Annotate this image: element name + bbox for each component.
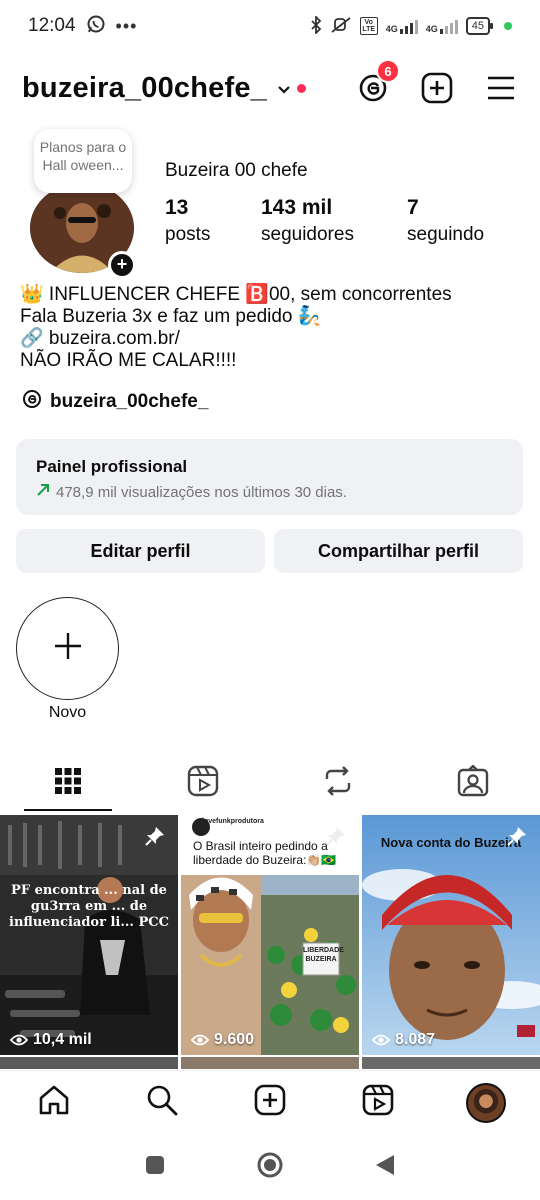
system-nav-bar	[0, 1134, 540, 1200]
eye-icon	[10, 1034, 28, 1046]
signal-2-icon: 4G	[426, 18, 458, 34]
dashboard-title: Painel profissional	[36, 457, 188, 476]
dashboard-subtitle: 478,9 mil visualizações nos últimos 30 d…	[56, 483, 347, 501]
protest-sign: LIBERDADE BUZEIRA	[303, 947, 344, 963]
new-highlight-label: Novo	[48, 704, 87, 721]
bottom-nav	[0, 1070, 540, 1134]
threads-handle: buzeira_00chefe_	[50, 391, 209, 412]
tab-posts-grid[interactable]	[0, 755, 135, 811]
eye-icon	[372, 1034, 390, 1046]
bio-line: 👑 INFLUENCER CHEFE 🅱️00, sem concorrente…	[20, 284, 452, 305]
profile-avatar[interactable]: +	[30, 183, 136, 279]
search-icon	[145, 1083, 179, 1122]
tagged-icon	[457, 763, 489, 802]
profile-tabs	[0, 755, 540, 811]
recents-button[interactable]	[144, 1154, 166, 1181]
nav-search[interactable]	[108, 1071, 216, 1134]
back-button[interactable]	[374, 1153, 396, 1182]
post-tile-partial[interactable]	[0, 1057, 178, 1069]
nav-reels[interactable]	[324, 1071, 432, 1134]
post-caption: PF encontra ... nal de gu3rra em ... de …	[9, 883, 169, 930]
stat-posts[interactable]: 13 posts	[165, 196, 210, 246]
edit-profile-button[interactable]: Editar perfil	[16, 529, 265, 573]
post-account: lovefunkprodutora	[202, 818, 264, 825]
reels-icon	[187, 765, 219, 802]
stat-followers[interactable]: 143 mil seguidores	[261, 196, 354, 246]
signal-1-icon: 4G	[386, 18, 418, 34]
privacy-indicator-icon	[504, 22, 512, 30]
threads-badge: 6	[376, 59, 400, 83]
tab-reels[interactable]	[135, 755, 270, 811]
pin-icon	[325, 825, 347, 852]
profile-header: buzeira_00chefe_ 6	[0, 59, 540, 116]
profile-avatar	[466, 1082, 506, 1123]
professional-dashboard[interactable]: Painel profissional 478,9 mil visualizaç…	[16, 439, 523, 515]
volte-icon: Vo LTE	[359, 17, 378, 35]
add-story-plus-icon[interactable]: +	[108, 251, 136, 279]
pin-icon	[506, 825, 528, 852]
plus-icon	[53, 631, 83, 666]
mute-icon	[330, 16, 352, 37]
more-notifications-icon: •••	[115, 16, 138, 36]
posts-grid-next-row	[0, 1057, 540, 1069]
new-highlight-button[interactable]	[16, 597, 119, 700]
profile-note[interactable]: Planos para o Hall oween...	[34, 129, 132, 193]
threads-icon[interactable]: 6	[356, 59, 400, 105]
whatsapp-icon	[86, 14, 106, 39]
threads-icon	[22, 389, 42, 415]
profile-bio: 👑 INFLUENCER CHEFE 🅱️00, sem concorrente…	[20, 284, 520, 372]
reposts-icon	[323, 765, 353, 802]
account-switcher-username[interactable]: buzeira_00chefe_	[22, 72, 267, 105]
post-tile-partial[interactable]	[181, 1057, 359, 1069]
threads-profile-link[interactable]: buzeira_00chefe_	[22, 389, 208, 415]
post-tile[interactable]: PF encontra ... nal de gu3rra em ... de …	[0, 815, 178, 1055]
eye-icon	[191, 1034, 209, 1046]
bio-link[interactable]: 🔗 buzeira.com.br/	[20, 328, 520, 350]
share-profile-button[interactable]: Compartilhar perfil	[274, 529, 523, 573]
post-tile[interactable]: Nova conta do Buzeira 8.087	[362, 815, 540, 1055]
trend-up-icon	[36, 483, 50, 501]
nav-home[interactable]	[0, 1071, 108, 1134]
bio-line: Fala Buzeria 3x e faz um pedido 🧞	[20, 306, 322, 327]
post-views: 9.600	[191, 1031, 254, 1049]
menu-icon[interactable]	[484, 71, 518, 105]
home-button[interactable]	[256, 1151, 284, 1184]
post-tile[interactable]: lovefunkprodutora O Brasil inteiro pedin…	[181, 815, 359, 1055]
post-caption: O Brasil inteiro pedindo a liberdade do …	[193, 839, 337, 867]
display-name: Buzeira 00 chefe	[165, 160, 308, 181]
grid-icon	[54, 767, 82, 800]
nav-create[interactable]	[216, 1071, 324, 1134]
chevron-down-icon[interactable]	[277, 82, 290, 94]
status-bar: 12:04 ••• Vo LTE 4G 4G 45	[0, 0, 540, 52]
bio-line: NÃO IRÃO ME CALAR!!!!	[20, 350, 237, 371]
status-time: 12:04	[28, 15, 76, 36]
tab-reposts[interactable]	[270, 755, 405, 811]
unread-dot	[297, 83, 306, 93]
nav-profile[interactable]	[432, 1071, 540, 1134]
post-views: 10,4 mil	[10, 1031, 92, 1049]
tab-tagged[interactable]	[405, 755, 540, 811]
home-icon	[37, 1083, 71, 1122]
reels-icon	[362, 1084, 394, 1121]
pin-icon	[144, 825, 166, 852]
battery-icon: 45	[465, 17, 494, 35]
active-tab-indicator	[24, 809, 112, 811]
stat-following[interactable]: 7 seguindo	[407, 196, 484, 246]
post-views: 8.087	[372, 1031, 435, 1049]
add-post-icon[interactable]	[420, 71, 454, 105]
bluetooth-icon	[310, 14, 322, 37]
create-icon	[254, 1084, 286, 1121]
post-tile-partial[interactable]	[362, 1057, 540, 1069]
posts-grid: PF encontra ... nal de gu3rra em ... de …	[0, 815, 540, 1055]
